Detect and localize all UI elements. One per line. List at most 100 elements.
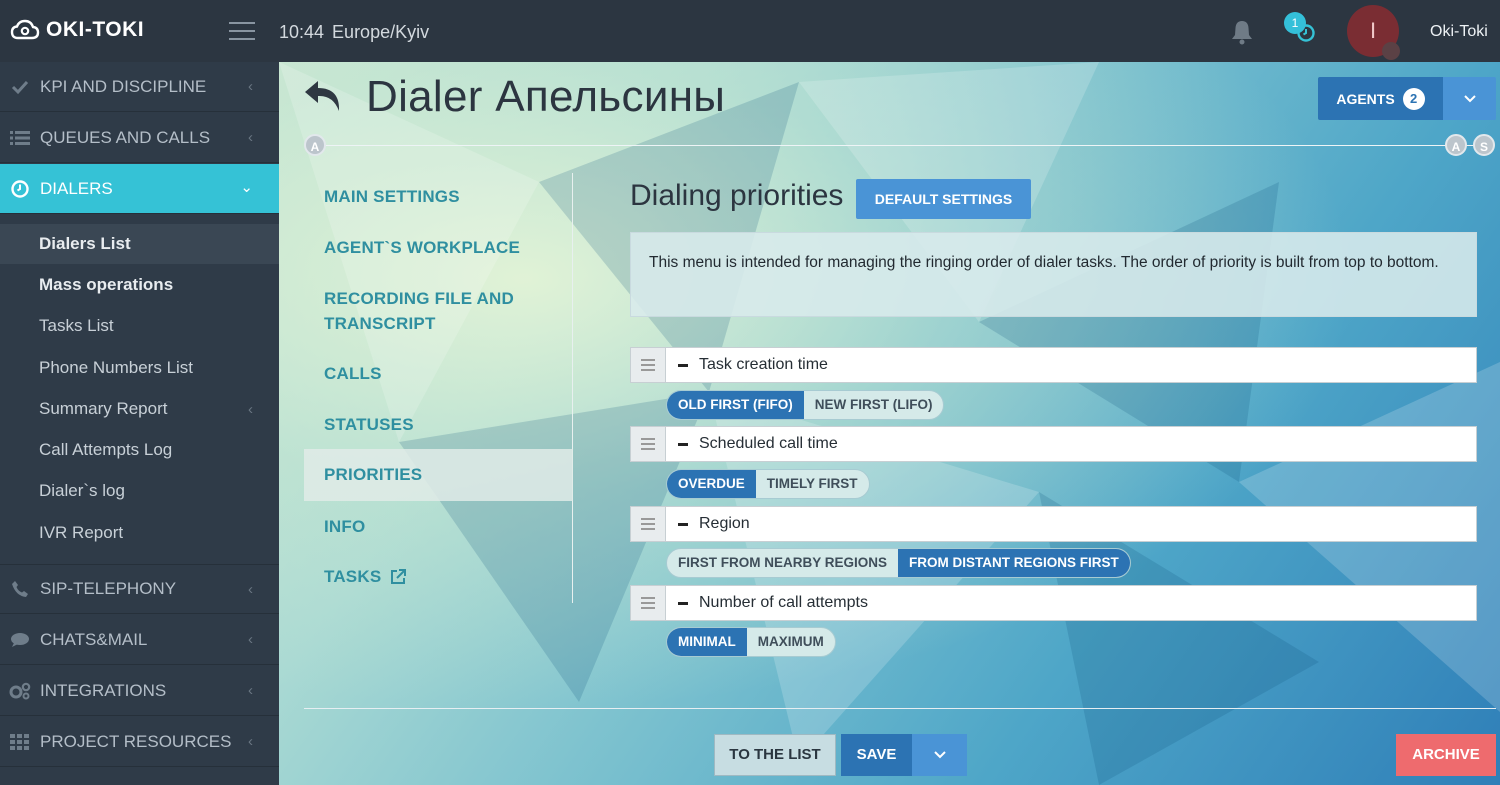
priority-field: Region [666, 506, 1477, 542]
timeline-marker-start[interactable]: A [304, 134, 326, 156]
chevron-left-icon: ‹ [248, 682, 253, 699]
sidebar-item-label: INTEGRATIONS [40, 680, 167, 700]
footer-divider [304, 708, 1496, 709]
drag-handle-icon[interactable] [630, 426, 666, 462]
drag-handle-icon[interactable] [630, 585, 666, 621]
section-title: Dialing priorities [630, 179, 844, 212]
agents-button-main[interactable]: AGENTS 2 [1318, 77, 1443, 120]
option-distant-regions[interactable]: FROM DISTANT REGIONS FIRST [898, 549, 1130, 577]
option-old-first[interactable]: OLD FIRST (FIFO) [667, 391, 804, 419]
save-button[interactable]: SAVE [841, 734, 967, 776]
chevron-left-icon: ‹ [248, 401, 253, 418]
sidebar-item-label: DIALERS [40, 178, 113, 198]
sidebar-sub-ivr-report[interactable]: IVR Report [0, 513, 279, 553]
chevron-down-icon [933, 751, 946, 759]
logo[interactable]: OKI-TOKI [10, 18, 144, 42]
page-title: Dialer Апельсины [366, 72, 726, 121]
sidebar-sub-mass-operations[interactable]: Mass operations [0, 265, 279, 305]
option-nearby-regions[interactable]: FIRST FROM NEARBY REGIONS [667, 549, 898, 577]
sidebar-sub-summary-report[interactable]: Summary Report ‹ [0, 389, 279, 429]
drag-handle-icon[interactable] [630, 506, 666, 542]
minus-icon[interactable] [678, 601, 688, 605]
sidebar-sub-dialers-list[interactable]: Dialers List [0, 224, 279, 264]
status-dot [1382, 42, 1400, 60]
chevron-left-icon: ‹ [248, 129, 253, 146]
to-the-list-button[interactable]: TO THE LIST [714, 734, 836, 776]
menu-info[interactable]: INFO [304, 514, 573, 539]
gears-icon [0, 682, 40, 700]
sidebar-item-label: KPI AND DISCIPLINE [40, 76, 207, 96]
priority-label: Region [699, 515, 750, 532]
chat-icon [0, 632, 40, 648]
current-time: 10:44 [279, 22, 325, 42]
toggle-task-creation[interactable]: OLD FIRST (FIFO) NEW FIRST (LIFO) [666, 390, 945, 420]
chevron-left-icon: ‹ [248, 631, 253, 648]
timeline-marker-s[interactable]: S [1473, 134, 1495, 156]
bell-icon[interactable] [1228, 18, 1256, 46]
option-timely-first[interactable]: TIMELY FIRST [756, 470, 869, 498]
sidebar-item-sip[interactable]: SIP-TELEPHONY ‹ [0, 564, 279, 614]
sidebar-item-kpi[interactable]: KPI AND DISCIPLINE ‹ [0, 62, 279, 112]
agents-button[interactable]: AGENTS 2 [1318, 77, 1496, 120]
sidebar-item-integrations[interactable]: INTEGRATIONS ‹ [0, 666, 279, 716]
minus-icon[interactable] [678, 363, 688, 367]
priority-field: Scheduled call time [666, 426, 1477, 462]
archive-button[interactable]: ARCHIVE [1396, 734, 1496, 776]
chevron-left-icon: ‹ [248, 733, 253, 750]
menu-statuses[interactable]: STATUSES [304, 412, 573, 437]
sidebar-item-label: CHATS&MAIL [40, 629, 148, 649]
sidebar-sub-dialers-log[interactable]: Dialer`s log [0, 471, 279, 511]
option-new-first[interactable]: NEW FIRST (LIFO) [804, 391, 944, 419]
cloud-icon [10, 19, 40, 40]
minus-icon[interactable] [678, 442, 688, 446]
sidebar-sub-call-attempts[interactable]: Call Attempts Log [0, 430, 279, 470]
save-dropdown-toggle[interactable] [912, 734, 967, 776]
chevron-down-icon: ⌄ [240, 179, 253, 196]
sidebar-sub-phone-numbers[interactable]: Phone Numbers List [0, 348, 279, 388]
info-box: This menu is intended for managing the r… [630, 232, 1477, 317]
sidebar-item-chats[interactable]: CHATS&MAIL ‹ [0, 615, 279, 665]
sidebar-item-label: SIP-TELEPHONY [40, 579, 177, 598]
minus-icon[interactable] [678, 522, 688, 526]
notification-badge: 1 [1284, 12, 1306, 34]
menu-tasks[interactable]: TASKS [304, 564, 573, 589]
sidebar-item-dialers[interactable]: DIALERS ⌄ [0, 164, 279, 214]
sidebar-item-label: QUEUES AND CALLS [40, 127, 211, 147]
sidebar-sub-tasks-list[interactable]: Tasks List [0, 306, 279, 346]
list-icon [0, 130, 40, 146]
menu-agents-workplace[interactable]: AGENT`S WORKPLACE [304, 235, 573, 260]
timeline-marker-a[interactable]: A [1445, 134, 1467, 156]
drag-handle-icon[interactable] [630, 347, 666, 383]
save-button-main[interactable]: SAVE [841, 734, 912, 776]
toggle-call-attempts[interactable]: MINIMAL MAXIMUM [666, 627, 836, 657]
sidebar: KPI AND DISCIPLINE ‹ QUEUES AND CALLS ‹ … [0, 62, 279, 785]
agents-dropdown-toggle[interactable] [1443, 77, 1496, 120]
check-icon [0, 79, 40, 95]
option-maximum[interactable]: MAXIMUM [747, 628, 835, 656]
timeline-line [315, 145, 1477, 146]
toggle-scheduled-call[interactable]: OVERDUE TIMELY FIRST [666, 469, 870, 499]
logo-text: OKI-TOKI [46, 18, 145, 41]
option-minimal[interactable]: MINIMAL [667, 628, 747, 656]
menu-toggle-icon[interactable] [229, 22, 255, 40]
toggle-region[interactable]: FIRST FROM NEARBY REGIONS FROM DISTANT R… [666, 548, 1131, 578]
default-settings-button[interactable]: DEFAULT SETTINGS [856, 179, 1031, 219]
clock-icon [0, 179, 40, 198]
menu-recording-file[interactable]: RECORDING FILE AND TRANSCRIPT [304, 286, 573, 336]
sidebar-item-queues[interactable]: QUEUES AND CALLS ‹ [0, 113, 279, 163]
username[interactable]: Oki-Toki [1430, 23, 1488, 41]
menu-calls[interactable]: CALLS [304, 361, 573, 386]
priority-row-region: Region [630, 506, 1477, 542]
back-arrow-icon[interactable] [303, 78, 345, 114]
menu-main-settings[interactable]: MAIN SETTINGS [304, 184, 573, 209]
priority-label: Number of call attempts [699, 594, 868, 611]
menu-priorities[interactable]: PRIORITIES [304, 449, 573, 501]
sidebar-item-project-resources[interactable]: PROJECT RESOURCES ‹ [0, 717, 279, 767]
chevron-left-icon: ‹ [248, 78, 253, 95]
agents-count-badge: 2 [1402, 87, 1425, 110]
option-overdue[interactable]: OVERDUE [667, 470, 756, 498]
main-content: Dialer Апельсины AGENTS 2 A A S MAIN SET… [279, 62, 1500, 785]
external-link-icon [391, 568, 407, 584]
chevron-left-icon: ‹ [248, 581, 253, 598]
menu-tasks-label: TASKS [324, 567, 382, 586]
